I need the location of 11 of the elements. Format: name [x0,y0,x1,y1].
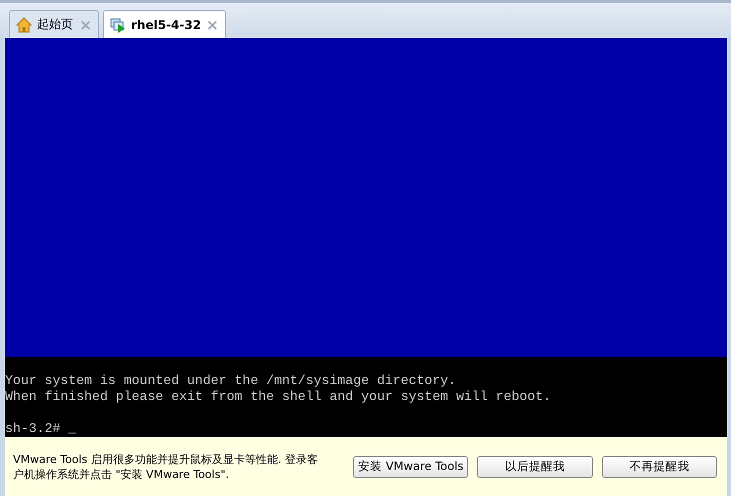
tab[interactable]: 起始页 × [9,10,99,38]
notification-button[interactable]: 不再提醒我 [602,456,717,478]
shell-prompt: sh-3.2# _ [5,421,76,436]
tab[interactable]: rhel5-4-32 × [103,10,226,38]
vm-play-icon [110,16,126,32]
terminal-line: Your system is mounted under the /mnt/sysimage directory. [5,373,456,388]
house-icon [16,16,32,32]
notification-button[interactable]: 安装 VMware Tools [353,456,468,478]
notification-button[interactable]: 以后提醒我 [477,456,593,478]
terminal-line: When finished please exit from the shell and your system will reboot. [5,389,552,404]
notification-message: VMware Tools 启用很多功能并提升鼠标及显卡等性能. 登录客户机操作系统并点击 "安装 VMware Tools". [13,452,319,482]
